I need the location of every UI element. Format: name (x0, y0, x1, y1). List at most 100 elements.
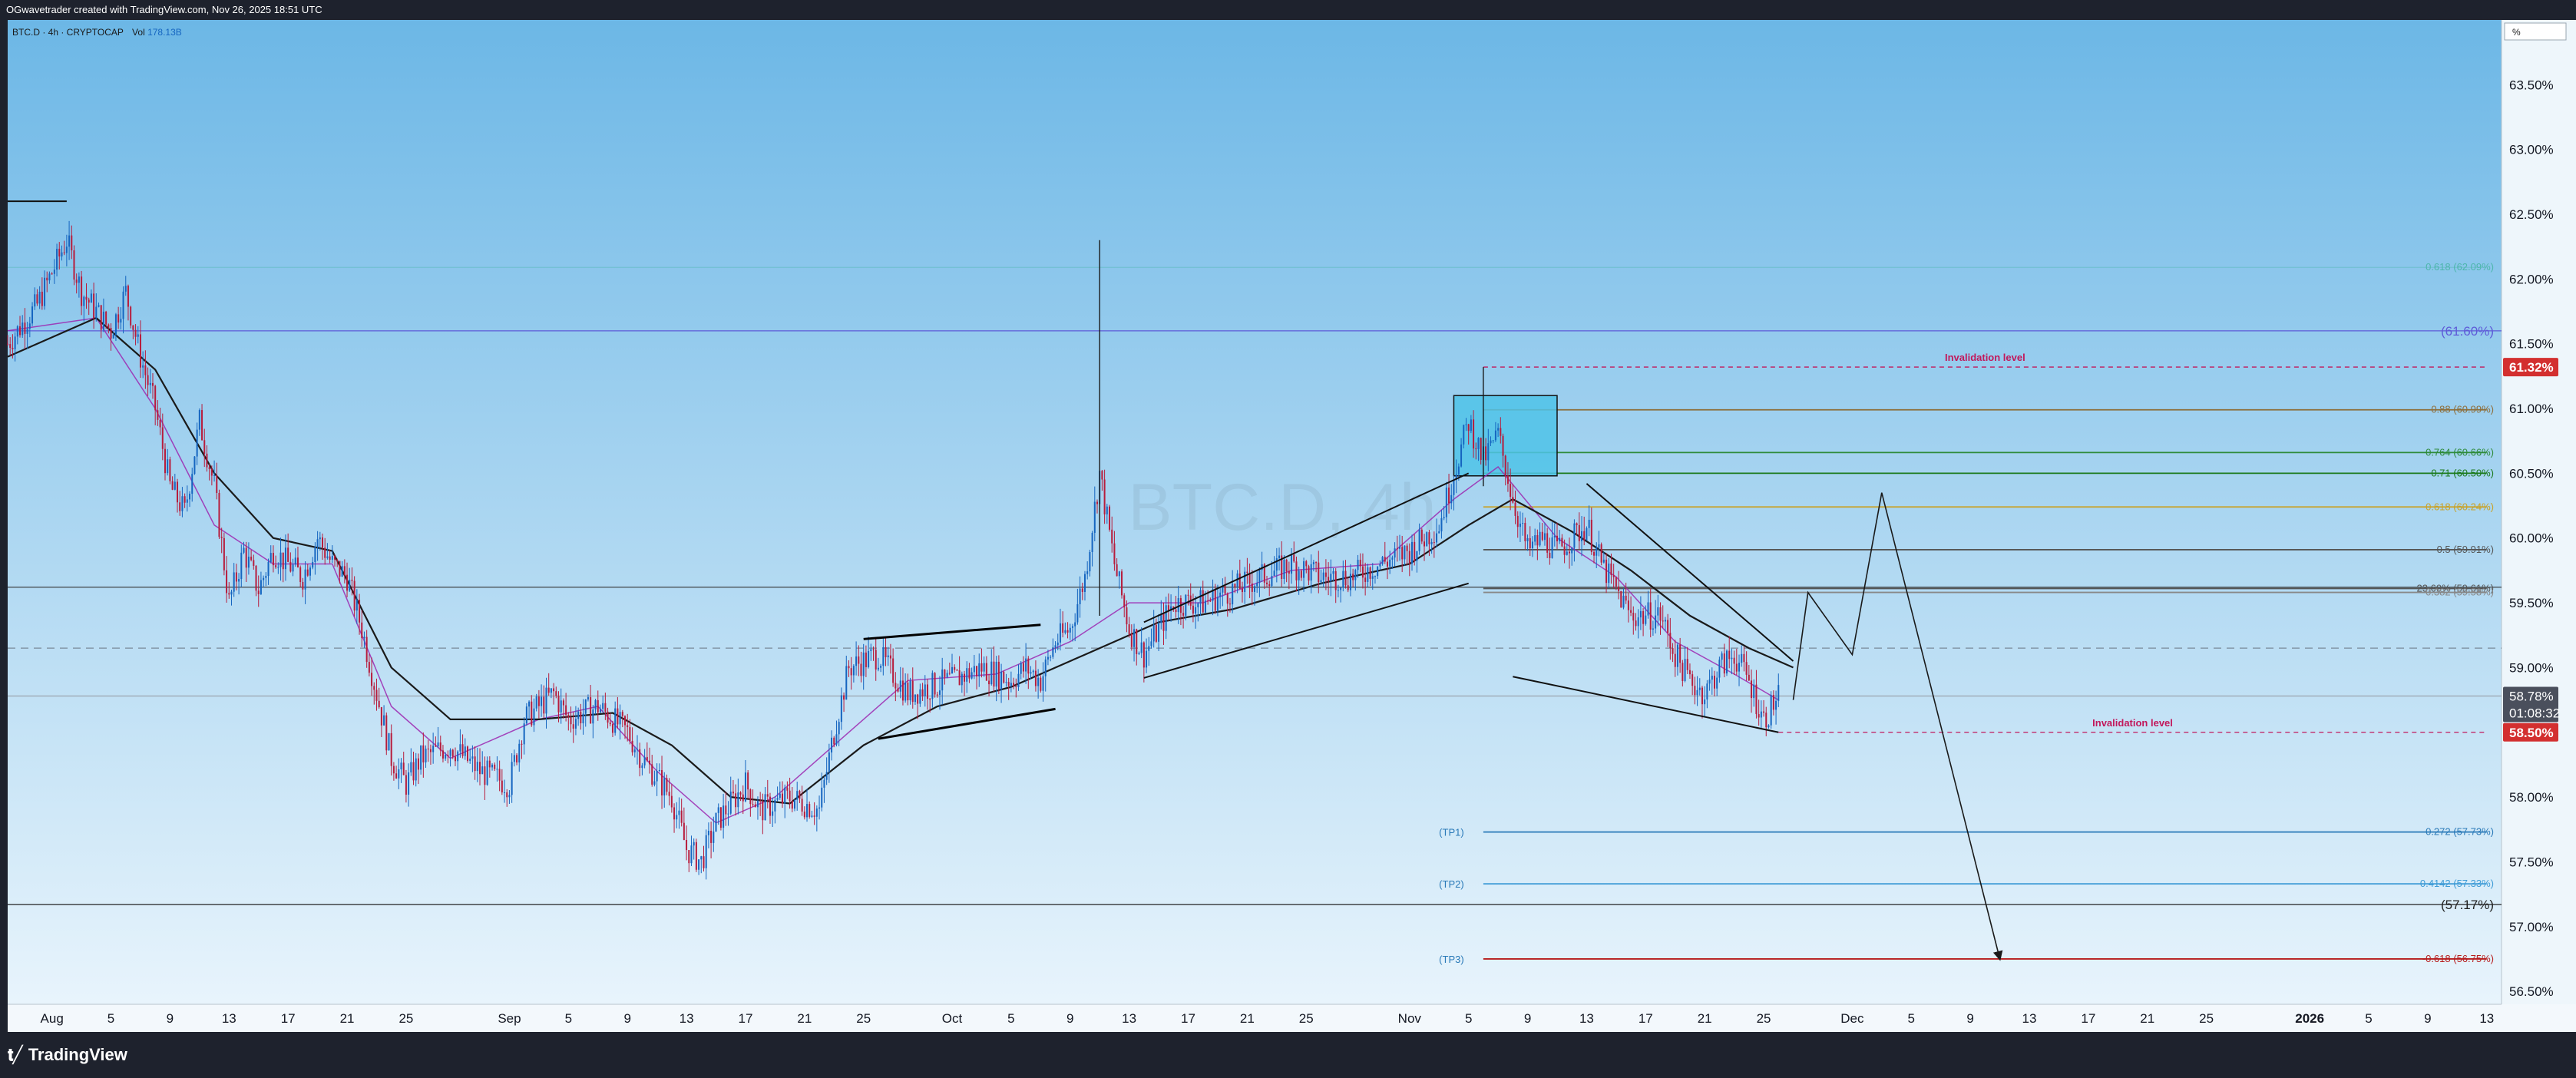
candle-body (1367, 567, 1369, 582)
candle-body (429, 749, 432, 752)
time-tick-label: 9 (1066, 1011, 1073, 1026)
candle-body (1396, 548, 1398, 550)
candle-body (1526, 537, 1529, 541)
candle-body (1258, 570, 1261, 583)
candle-body (877, 667, 879, 670)
candle-body (1569, 551, 1571, 554)
candle-body (1522, 523, 1524, 524)
candle-body (1150, 641, 1152, 646)
candle-body (774, 799, 776, 812)
candle-body (611, 724, 613, 733)
candle-body (1510, 484, 1512, 497)
candle-body (1698, 687, 1701, 690)
time-tick-label: 5 (565, 1011, 572, 1026)
candle-body (766, 794, 769, 797)
candle-body (1549, 552, 1551, 558)
candle-body (494, 764, 496, 769)
candle-body (31, 306, 34, 324)
candle-body (142, 365, 144, 368)
candle-body (196, 429, 198, 457)
unit-toggle-label[interactable]: % (2512, 27, 2521, 38)
candle-body (189, 494, 191, 500)
candle-body (550, 688, 552, 693)
candle-body (349, 580, 351, 591)
candle-body (410, 762, 412, 773)
candle-body (1386, 561, 1388, 567)
candle-body (590, 697, 592, 724)
candle-body (1657, 607, 1659, 616)
candle-body (1273, 570, 1275, 577)
candle-body (1674, 653, 1676, 667)
candle-body (422, 745, 425, 762)
candle-body (439, 742, 441, 751)
time-tick-label: 21 (1698, 1011, 1712, 1026)
candle-body (461, 744, 464, 756)
time-axis-background (8, 1004, 2576, 1032)
candle-body (1735, 663, 1738, 672)
fib-level-label: -0.4142 (57.33%) (2417, 878, 2494, 889)
candle-body (1741, 653, 1743, 663)
candle-body (690, 845, 693, 864)
time-tick-label: 17 (281, 1011, 296, 1026)
candle-body (296, 557, 299, 567)
candle-body (445, 754, 447, 759)
candle-body (1420, 529, 1423, 542)
candle-body (1308, 566, 1310, 581)
candle-body (388, 732, 390, 751)
invalidation-label: Invalidation level (2092, 717, 2173, 729)
candle-body (831, 737, 833, 753)
candle-body (1207, 600, 1209, 602)
candle-body (1364, 577, 1367, 582)
candle-body (1546, 533, 1549, 553)
candle-body (973, 666, 975, 673)
candle-body (1128, 624, 1130, 634)
candle-body (184, 496, 186, 503)
candle-body (154, 385, 157, 411)
candle-body (1300, 570, 1302, 578)
time-tick-label: 21 (1240, 1011, 1255, 1026)
price-tick-label: 61.50% (2509, 337, 2554, 352)
candle-body (784, 787, 786, 804)
candle-body (48, 273, 51, 281)
candle-body (737, 792, 739, 808)
candle-body (1096, 501, 1098, 504)
candle-body (518, 743, 521, 763)
candle-body (729, 791, 732, 814)
candle-body (1295, 561, 1298, 580)
candle-body (666, 778, 668, 792)
candle-body (53, 270, 55, 274)
candle-body (1059, 623, 1061, 643)
candle-body (1424, 541, 1426, 547)
candle-body (471, 756, 474, 759)
candle-body (279, 552, 282, 567)
candle-body (971, 672, 973, 679)
candle-body (479, 762, 481, 775)
candle-body (1283, 559, 1285, 580)
candle-body (302, 581, 304, 590)
candle-body (98, 305, 100, 307)
candle-body (363, 637, 365, 639)
candle-body (1691, 674, 1694, 686)
candle-body (501, 780, 503, 793)
candle-body (887, 655, 889, 657)
candle-body (464, 746, 466, 756)
candle-body (289, 561, 292, 572)
candle-body (1473, 419, 1475, 449)
brand[interactable]: 𝐭╱ TradingView (8, 1045, 127, 1065)
candle-body (1608, 563, 1610, 584)
candle-body (73, 250, 75, 280)
candle-body (1630, 610, 1632, 613)
candle-body (799, 791, 801, 799)
candle-body (1726, 650, 1728, 674)
volume-value: 178.13B (147, 27, 182, 38)
candle-body (46, 277, 48, 281)
candle-body (319, 537, 321, 540)
candle-body (572, 724, 574, 729)
price-tick-label: 56.50% (2509, 984, 2554, 999)
candle-body (24, 322, 26, 334)
candle-body (230, 591, 233, 595)
candle-body (1487, 443, 1490, 461)
candle-body (1251, 584, 1253, 592)
candle-body (897, 688, 899, 692)
candle-body (619, 712, 621, 725)
